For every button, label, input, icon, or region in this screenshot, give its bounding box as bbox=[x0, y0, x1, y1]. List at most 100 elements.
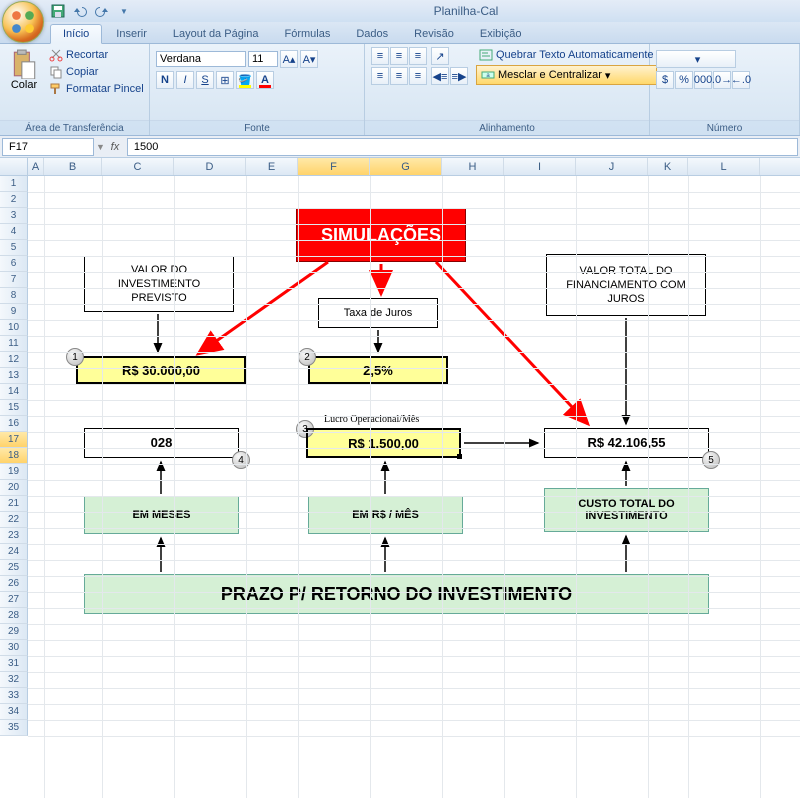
row-header-18[interactable]: 18 bbox=[0, 448, 28, 464]
row-header-25[interactable]: 25 bbox=[0, 560, 28, 576]
wrap-text-button[interactable]: Quebrar Texto Automaticamente bbox=[476, 47, 657, 63]
decrease-indent-icon[interactable]: ◀≡ bbox=[431, 67, 449, 85]
decrease-decimal-icon[interactable]: ←.0 bbox=[732, 71, 750, 89]
row-header-23[interactable]: 23 bbox=[0, 528, 28, 544]
comma-icon[interactable]: 000 bbox=[694, 71, 712, 89]
row-header-15[interactable]: 15 bbox=[0, 400, 28, 416]
save-icon[interactable] bbox=[50, 3, 66, 19]
row-header-30[interactable]: 30 bbox=[0, 640, 28, 656]
row-header-3[interactable]: 3 bbox=[0, 208, 28, 224]
grow-font-icon[interactable]: A▴ bbox=[280, 50, 298, 68]
row-header-4[interactable]: 4 bbox=[0, 224, 28, 240]
format-painter-button[interactable]: Formatar Pincel bbox=[46, 81, 147, 97]
fx-icon[interactable]: fx bbox=[105, 141, 125, 153]
row-header-8[interactable]: 8 bbox=[0, 288, 28, 304]
tab-layout[interactable]: Layout da Página bbox=[161, 25, 271, 43]
tab-inserir[interactable]: Inserir bbox=[104, 25, 159, 43]
row-header-27[interactable]: 27 bbox=[0, 592, 28, 608]
col-header-B[interactable]: B bbox=[44, 158, 102, 175]
cut-button[interactable]: Recortar bbox=[46, 47, 147, 63]
increase-indent-icon[interactable]: ≡▶ bbox=[450, 67, 468, 85]
select-all-corner[interactable] bbox=[0, 158, 28, 175]
col-header-L[interactable]: L bbox=[688, 158, 760, 175]
tab-inicio[interactable]: Início bbox=[50, 24, 102, 44]
row-header-10[interactable]: 10 bbox=[0, 320, 28, 336]
col-header-F[interactable]: F bbox=[298, 158, 370, 175]
undo-icon[interactable] bbox=[72, 3, 88, 19]
row-header-17[interactable]: 17 bbox=[0, 432, 28, 448]
tab-formulas[interactable]: Fórmulas bbox=[273, 25, 343, 43]
align-left-icon[interactable]: ≡ bbox=[371, 67, 389, 85]
row-header-22[interactable]: 22 bbox=[0, 512, 28, 528]
formula-bar: ▼ fx bbox=[0, 136, 800, 158]
italic-button[interactable]: I bbox=[176, 71, 194, 89]
row-header-20[interactable]: 20 bbox=[0, 480, 28, 496]
border-button[interactable]: ⊞ bbox=[216, 71, 234, 89]
col-header-C[interactable]: C bbox=[102, 158, 174, 175]
val-taxa[interactable]: 2,5% bbox=[308, 356, 448, 384]
redo-icon[interactable] bbox=[94, 3, 110, 19]
paste-button[interactable]: Colar bbox=[6, 47, 42, 120]
tab-exibicao[interactable]: Exibição bbox=[468, 25, 534, 43]
row-header-7[interactable]: 7 bbox=[0, 272, 28, 288]
row-header-16[interactable]: 16 bbox=[0, 416, 28, 432]
copy-button[interactable]: Copiar bbox=[46, 64, 147, 80]
row-header-33[interactable]: 33 bbox=[0, 688, 28, 704]
office-button[interactable] bbox=[2, 1, 44, 43]
row-header-29[interactable]: 29 bbox=[0, 624, 28, 640]
col-header-A[interactable]: A bbox=[28, 158, 44, 175]
font-name-select[interactable] bbox=[156, 51, 246, 67]
underline-button[interactable]: S bbox=[196, 71, 214, 89]
col-header-H[interactable]: H bbox=[442, 158, 504, 175]
align-middle-icon[interactable]: ≡ bbox=[390, 47, 408, 65]
row-header-2[interactable]: 2 bbox=[0, 192, 28, 208]
row-header-6[interactable]: 6 bbox=[0, 256, 28, 272]
align-right-icon[interactable]: ≡ bbox=[409, 67, 427, 85]
row-header-1[interactable]: 1 bbox=[0, 176, 28, 192]
merge-center-button[interactable]: aMesclar e Centralizar ▾ bbox=[476, 65, 657, 85]
orientation-icon[interactable]: ↗ bbox=[431, 47, 449, 65]
col-header-K[interactable]: K bbox=[648, 158, 688, 175]
shrink-font-icon[interactable]: A▾ bbox=[300, 50, 318, 68]
row-header-35[interactable]: 35 bbox=[0, 720, 28, 736]
document-title: Planilha-Cal bbox=[132, 4, 800, 18]
percent-icon[interactable]: % bbox=[675, 71, 693, 89]
row-header-11[interactable]: 11 bbox=[0, 336, 28, 352]
font-color-button[interactable]: A bbox=[256, 71, 274, 89]
qat-dropdown-icon[interactable]: ▼ bbox=[116, 3, 132, 19]
row-header-28[interactable]: 28 bbox=[0, 608, 28, 624]
row-header-5[interactable]: 5 bbox=[0, 240, 28, 256]
row-header-12[interactable]: 12 bbox=[0, 352, 28, 368]
row-header-24[interactable]: 24 bbox=[0, 544, 28, 560]
number-format-select[interactable]: ▾ bbox=[656, 50, 736, 68]
row-header-14[interactable]: 14 bbox=[0, 384, 28, 400]
row-header-21[interactable]: 21 bbox=[0, 496, 28, 512]
bold-button[interactable]: N bbox=[156, 71, 174, 89]
name-box[interactable] bbox=[2, 138, 94, 156]
row-header-32[interactable]: 32 bbox=[0, 672, 28, 688]
increase-decimal-icon[interactable]: .0→ bbox=[713, 71, 731, 89]
row-header-26[interactable]: 26 bbox=[0, 576, 28, 592]
tab-dados[interactable]: Dados bbox=[344, 25, 400, 43]
row-header-34[interactable]: 34 bbox=[0, 704, 28, 720]
align-bottom-icon[interactable]: ≡ bbox=[409, 47, 427, 65]
col-header-G[interactable]: G bbox=[370, 158, 442, 175]
row-header-13[interactable]: 13 bbox=[0, 368, 28, 384]
align-center-icon[interactable]: ≡ bbox=[390, 67, 408, 85]
col-header-D[interactable]: D bbox=[174, 158, 246, 175]
worksheet[interactable]: ABCDEFGHIJKL 123456789101112131415161718… bbox=[0, 158, 800, 798]
tab-revisao[interactable]: Revisão bbox=[402, 25, 466, 43]
row-header-19[interactable]: 19 bbox=[0, 464, 28, 480]
font-size-select[interactable] bbox=[248, 51, 278, 67]
row-header-9[interactable]: 9 bbox=[0, 304, 28, 320]
col-header-I[interactable]: I bbox=[504, 158, 576, 175]
col-header-J[interactable]: J bbox=[576, 158, 648, 175]
row-header-31[interactable]: 31 bbox=[0, 656, 28, 672]
col-header-E[interactable]: E bbox=[246, 158, 298, 175]
formula-input[interactable] bbox=[127, 138, 798, 156]
align-top-icon[interactable]: ≡ bbox=[371, 47, 389, 65]
currency-icon[interactable]: $ bbox=[656, 71, 674, 89]
badge-5: 5 bbox=[702, 451, 720, 469]
fill-color-button[interactable]: 🪣 bbox=[236, 71, 254, 89]
badge-2: 2 bbox=[298, 348, 316, 366]
